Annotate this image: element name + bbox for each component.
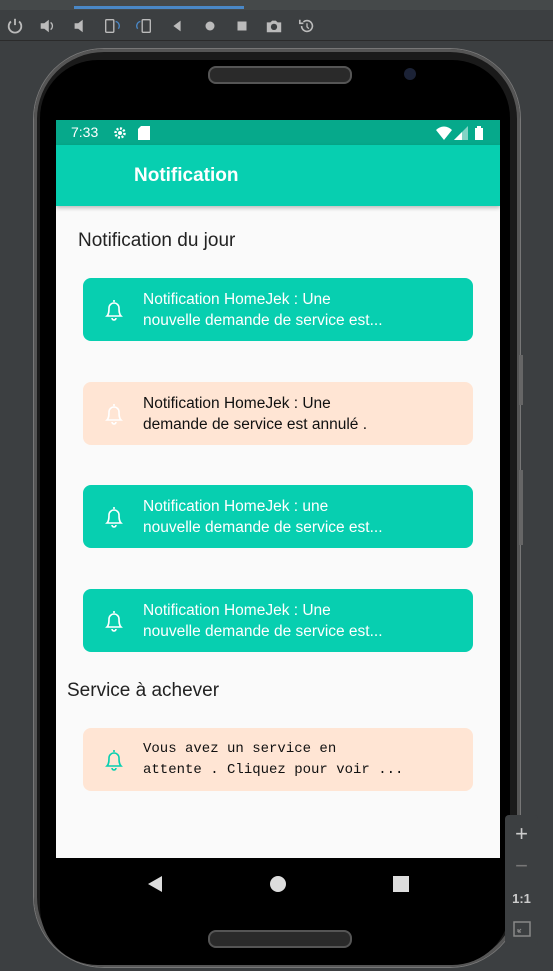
status-time: 7:33 (71, 124, 99, 140)
notification-line-1: Notification HomeJek : Une (143, 602, 331, 619)
nav-home-icon[interactable] (269, 874, 287, 898)
nav-overview-icon[interactable] (392, 874, 410, 898)
snapshot-icon[interactable] (297, 16, 317, 36)
rotate-left-icon[interactable] (102, 16, 122, 36)
page-title: Notification (134, 165, 239, 186)
notification-line-2: nouvelle demande de service est... (143, 311, 383, 329)
notification-text: Notification HomeJek : Une demande de se… (143, 394, 463, 435)
notification-line-2: nouvelle demande de service est... (143, 622, 383, 640)
app-bar: Notification (56, 145, 500, 206)
zoom-out-button[interactable]: − (505, 853, 538, 879)
pending-service-card[interactable]: Vous avez un service en attente . Clique… (83, 728, 473, 791)
bell-icon (105, 750, 123, 771)
top-speaker (208, 66, 352, 84)
volume-down-icon[interactable] (70, 16, 90, 36)
notification-line-2: demande de service est annulé . (143, 415, 368, 433)
notification-line-1: Notification HomeJek : Une (143, 291, 331, 308)
signal-icon (454, 125, 468, 144)
nav-back-icon[interactable] (146, 874, 164, 898)
notification-card[interactable]: Notification HomeJek : Une nouvelle dema… (83, 278, 473, 341)
home-icon[interactable] (200, 16, 220, 36)
settings-gear-icon (113, 125, 127, 144)
notification-line-1: Notification HomeJek : une (143, 498, 329, 515)
notification-card[interactable]: Notification HomeJek : Une demande de se… (83, 382, 473, 445)
notification-line-2: nouvelle demande de service est... (143, 518, 383, 536)
overview-icon[interactable] (232, 16, 252, 36)
pending-line-1: Vous avez un service en (143, 741, 337, 757)
notification-text: Notification HomeJek : Une nouvelle dema… (143, 601, 463, 642)
zoom-panel: + − 1:1 (505, 815, 538, 945)
bottom-speaker (208, 930, 352, 948)
rotate-right-icon[interactable] (134, 16, 154, 36)
pending-service-text: Vous avez un service en attente . Clique… (143, 739, 463, 781)
bell-icon (105, 404, 123, 425)
notification-text: Notification HomeJek : Une nouvelle dema… (143, 290, 463, 331)
fit-screen-icon[interactable] (505, 921, 538, 942)
bell-icon (105, 300, 123, 321)
zoom-ratio-button[interactable]: 1:1 (505, 891, 538, 906)
notification-text: Notification HomeJek : une nouvelle dema… (143, 497, 463, 538)
back-icon[interactable] (167, 16, 187, 36)
sd-card-icon (138, 125, 150, 144)
side-button-volume[interactable] (519, 470, 523, 545)
notification-line-1: Notification HomeJek : Une (143, 395, 331, 412)
battery-icon (475, 125, 483, 144)
wifi-icon (436, 125, 452, 144)
side-button-power[interactable] (519, 355, 523, 405)
android-nav-bar (56, 858, 500, 910)
bell-icon (105, 611, 123, 632)
volume-up-icon[interactable] (37, 16, 57, 36)
camera-icon[interactable] (264, 16, 284, 36)
notification-card[interactable]: Notification HomeJek : une nouvelle dema… (83, 485, 473, 548)
status-bar: 7:33 (56, 120, 500, 145)
emulator-toolbar (0, 0, 553, 41)
active-tab-indicator (74, 6, 244, 9)
power-icon[interactable] (5, 16, 25, 36)
today-section-title: Notification du jour (78, 230, 236, 251)
zoom-in-button[interactable]: + (505, 821, 538, 847)
pending-section-title: Service à achever (67, 680, 220, 701)
bell-icon (105, 507, 123, 528)
front-camera (404, 68, 416, 80)
device-screen: 7:33 Notification Notification du jour N… (56, 120, 500, 858)
notification-card[interactable]: Notification HomeJek : Une nouvelle dema… (83, 589, 473, 652)
pending-line-2: attente . Cliquez pour voir ... (143, 762, 404, 778)
